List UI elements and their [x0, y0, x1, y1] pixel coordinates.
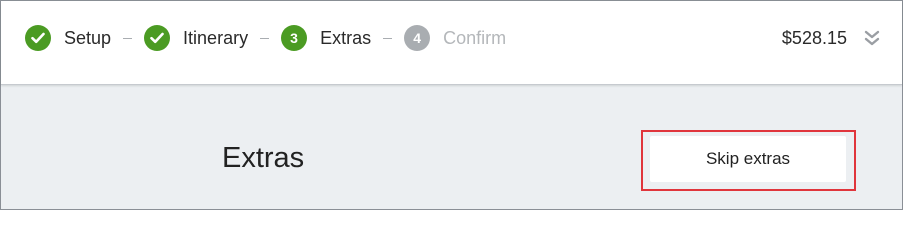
checkmark-icon [144, 25, 171, 51]
step-separator [260, 37, 270, 39]
order-total: $528.15 [781, 28, 847, 48]
app-frame: Setup Itinerary 3 Extras 4 Confirm $528.… [0, 0, 903, 210]
step-number-badge: 4 [404, 25, 431, 51]
step-extras[interactable]: 3 Extras [281, 25, 371, 51]
step-separator [383, 37, 393, 39]
step-indicator: Setup Itinerary 3 Extras 4 Confirm [25, 25, 506, 51]
step-label: Setup [64, 27, 112, 48]
step-label: Itinerary [183, 27, 249, 48]
step-number-badge: 3 [281, 25, 308, 51]
step-label: Extras [320, 27, 372, 48]
checkmark-icon [25, 25, 51, 51]
step-label: Confirm [443, 27, 507, 48]
step-separator [123, 37, 133, 39]
page-title: Extras [222, 142, 305, 174]
progress-header: Setup Itinerary 3 Extras 4 Confirm $528.… [1, 1, 902, 85]
double-chevron-down-icon[interactable] [864, 29, 880, 47]
step-itinerary[interactable]: Itinerary [144, 25, 248, 51]
skip-extras-button[interactable]: Skip extras [650, 136, 846, 182]
step-setup[interactable]: Setup [25, 25, 111, 51]
step-confirm: 4 Confirm [404, 25, 506, 51]
